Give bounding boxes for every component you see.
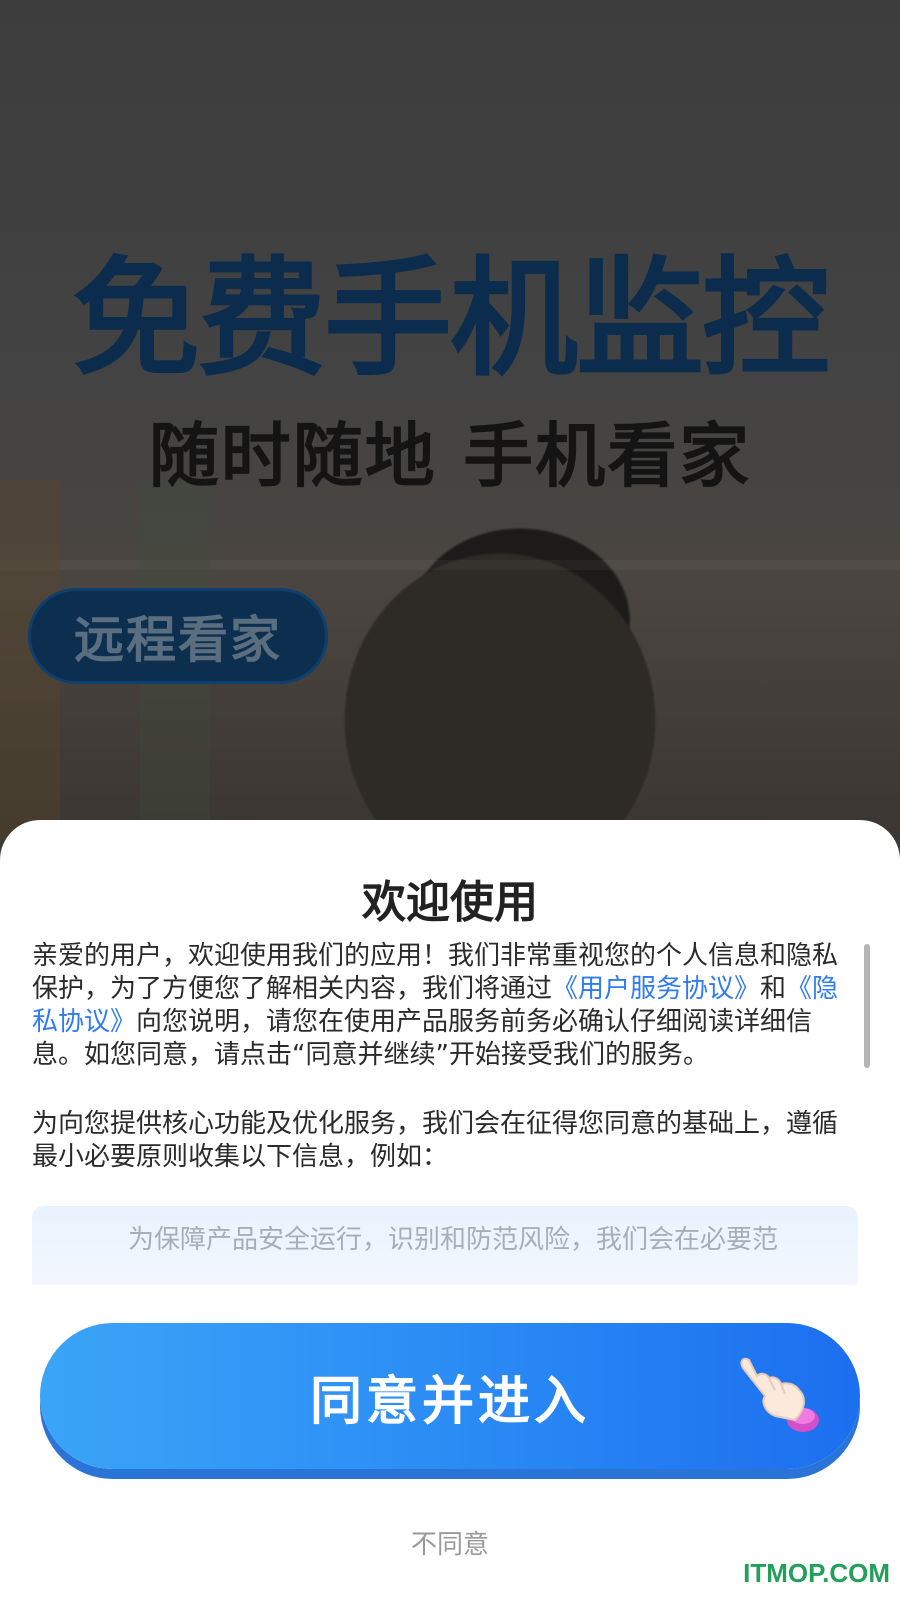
agree-button-label: 同意并进入 <box>309 1371 590 1432</box>
info-box: 为保障产品安全运行，识别和防范风险，我们会在必要范 <box>32 1206 858 1285</box>
agreement-content[interactable]: 亲爱的用户，欢迎使用我们的应用！我们非常重视您的个人信息和隐私保护，为了方便您了… <box>32 940 858 1285</box>
privacy-dialog: 欢迎使用 亲爱的用户，欢迎使用我们的应用！我们非常重视您的个人信息和隐私保护，为… <box>0 820 900 1600</box>
hero-subtitle: 随时随地 手机看家 <box>148 415 752 497</box>
hero-badge: 远程看家 <box>28 588 328 684</box>
agreement-link[interactable]: 《用户服务协议》 <box>552 974 760 1004</box>
agreement-paragraph-2: 为向您提供核心功能及优化服务，我们会在征得您同意的基础上，遵循最小必要原则收集以… <box>32 1109 839 1172</box>
hero-title: 免费手机监控 <box>71 245 830 394</box>
disagree-button[interactable]: 不同意 <box>0 1524 900 1561</box>
pointing-hand-icon <box>740 1357 819 1432</box>
dialog-title: 欢迎使用 <box>362 877 538 928</box>
agreement-text: 和 <box>760 974 787 1004</box>
itmop-watermark: ITMOP.COM <box>743 1558 890 1588</box>
content-scrollbar[interactable] <box>864 944 870 1068</box>
agreement-text: 向您说明，请您在使用产品服务前务必确认仔细阅读详细信息。如您同意，请点击“同意并… <box>32 1007 813 1070</box>
agreement-paragraph-1: 亲爱的用户，欢迎使用我们的应用！我们非常重视您的个人信息和隐私保护，为了方便您了… <box>32 940 858 1072</box>
